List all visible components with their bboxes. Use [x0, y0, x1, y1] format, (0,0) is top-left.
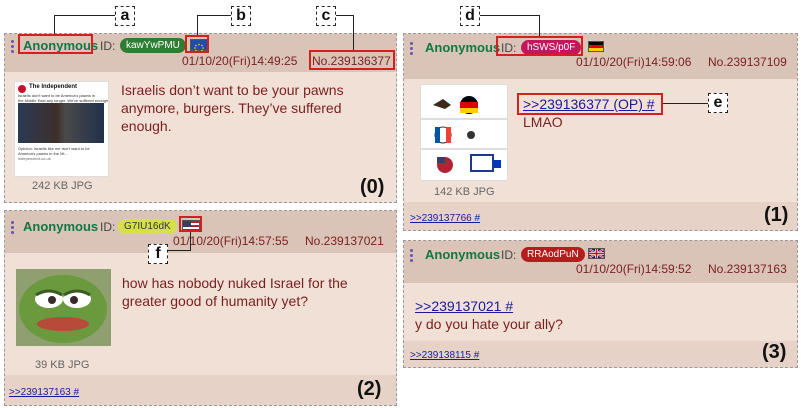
post-datetime: 01/10/20(Fri)14:49:25	[182, 54, 298, 68]
highlight-flag-box	[185, 35, 209, 53]
poster-name: Anonymous	[425, 247, 501, 262]
annotation-connector	[336, 15, 353, 16]
post-datetime: 01/10/20(Fri)14:59:06	[576, 55, 692, 69]
annotation-connector	[54, 15, 115, 16]
id-label: ID:	[501, 248, 517, 262]
post-reply: Anonymous ID: G7IU16dK 01/10/20(Fri)14:5…	[4, 210, 397, 406]
annotation-connector	[168, 250, 191, 251]
post-number[interactable]: No.239137021	[305, 234, 384, 248]
backlink[interactable]: >>239137163 #	[9, 387, 79, 398]
annotation-connector	[663, 103, 708, 104]
file-info: 39 KB JPG	[35, 359, 90, 371]
post-number[interactable]: No.239137163	[708, 262, 787, 276]
backlink[interactable]: >>239137766 #	[410, 213, 480, 224]
annotation-marker: b	[231, 6, 251, 26]
post-menu-icon[interactable]	[410, 249, 413, 264]
annotation-connector	[54, 15, 55, 34]
post-reply: Anonymous ID: hSWS/p0F 01/10/20(Fri)14:5…	[403, 33, 798, 231]
post-datetime: 01/10/20(Fri)14:59:52	[576, 262, 692, 276]
id-label: ID:	[100, 220, 116, 234]
tweet-account: The Independent	[29, 84, 77, 90]
post-message: Israelis don’t want to be your pawns any…	[121, 82, 344, 134]
annotation-connector	[197, 15, 231, 16]
poster-id-badge[interactable]: kawYwPMU	[120, 38, 186, 53]
germany-flag-icon	[588, 41, 604, 52]
annotation-connector	[480, 15, 539, 16]
post-menu-icon[interactable]	[410, 42, 413, 57]
id-label: ID:	[100, 39, 116, 53]
post-number[interactable]: No.239137109	[708, 55, 787, 69]
uk-flag-icon	[588, 248, 605, 259]
highlight-flag-box	[179, 216, 202, 232]
annotation-connector	[353, 15, 354, 50]
backlink[interactable]: >>239138115 #	[410, 350, 479, 361]
poster-name: Anonymous	[425, 40, 501, 55]
highlight-id-box	[496, 36, 583, 56]
highlight-post-number-box	[309, 50, 395, 70]
panel-label: (3)	[762, 341, 787, 363]
file-info: 142 KB JPG	[434, 186, 495, 198]
post-message: >>239137021 # y do you hate your ally?	[415, 297, 785, 333]
annotation-connector	[190, 232, 191, 251]
post-message: how has nobody nuked Israel for the grea…	[122, 275, 348, 309]
highlight-quote-box	[517, 93, 663, 115]
message-text: y do you hate your ally?	[415, 316, 563, 332]
post-reply: Anonymous ID: RRAodPuN 01/10/20(Fri)14:5…	[403, 240, 798, 368]
independent-logo-icon	[18, 85, 26, 93]
annotation-marker: e	[708, 93, 728, 113]
quote-link[interactable]: >>239137021 #	[415, 298, 513, 314]
post-menu-icon[interactable]	[11, 40, 14, 55]
tweet-line: independent.co.uk	[18, 156, 51, 161]
poster-name: Anonymous	[23, 219, 99, 234]
message-text: LMAO	[523, 114, 563, 130]
poster-id-badge[interactable]: G7IU16dK	[118, 219, 177, 234]
tweet-photo	[18, 103, 104, 143]
panel-label: (1)	[764, 204, 789, 226]
post-menu-icon[interactable]	[11, 221, 14, 236]
annotation-marker: f	[148, 244, 168, 264]
annotation-marker: c	[316, 6, 336, 26]
panel-label: (2)	[357, 378, 382, 400]
annotation-marker: a	[115, 6, 135, 26]
panel-label: (0)	[360, 176, 385, 198]
annotation-connector	[539, 15, 540, 36]
annotation-marker: d	[460, 6, 480, 26]
highlight-name-box	[18, 34, 93, 54]
post-image-thumbnail[interactable]	[420, 84, 508, 181]
file-info: 242 KB JPG	[32, 180, 93, 192]
post-image-thumbnail[interactable]	[16, 269, 111, 346]
annotation-connector	[197, 15, 198, 35]
poster-id-badge[interactable]: RRAodPuN	[521, 247, 585, 262]
post-image-thumbnail[interactable]: The Independent Israelis don't want to b…	[14, 81, 109, 177]
